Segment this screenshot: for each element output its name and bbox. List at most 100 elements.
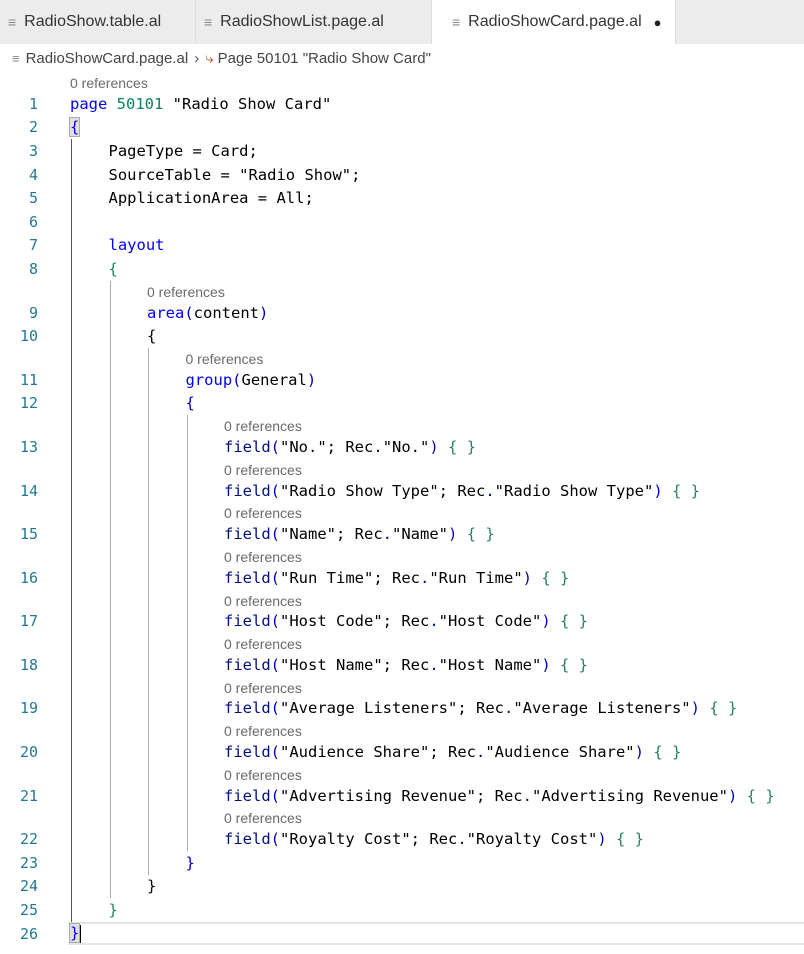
indent-guide (186, 502, 188, 523)
codelens-references[interactable]: 0 references (147, 284, 225, 300)
file-lines-icon: ≡ (452, 14, 461, 30)
unsaved-dot-icon[interactable]: ● (654, 15, 662, 30)
code-text: { (108, 259, 118, 278)
code-text: { (185, 394, 195, 413)
code-text: field("Host Code"; Rec."Host Code") { } (224, 612, 589, 631)
indent-guide (148, 391, 149, 416)
code-line: 21 field("Advertising Revenue"; Rec."Adve… (0, 783, 804, 808)
code-text: group(General) (185, 370, 317, 389)
codelens-references[interactable]: 0 references (224, 636, 302, 652)
codelens-references[interactable]: 0 references (224, 418, 302, 434)
codelens-row: 0 references (0, 280, 804, 301)
indent-guide (148, 783, 149, 808)
codelens-references[interactable]: 0 references (224, 593, 302, 609)
codelens-references[interactable]: 0 references (70, 75, 148, 91)
indent-guide (71, 415, 72, 436)
code-text: PageType = Card; (108, 141, 258, 160)
indent-guide (71, 522, 72, 546)
indent-guide (71, 807, 72, 828)
code-line: 16 field("Run Time"; Rec."Run Time") { } (0, 565, 804, 590)
indent-guide (109, 300, 111, 325)
indent-guide (109, 522, 111, 546)
indent-guide (71, 783, 72, 808)
code-line: 4 SourceTable = "Radio Show"; (0, 162, 804, 187)
line-number: 25 (19, 901, 38, 920)
codelens-references[interactable]: 0 references (224, 462, 302, 478)
code-text: field("Host Name"; Rec."Host Name") { } (224, 655, 589, 674)
code-line: 23} (0, 851, 804, 875)
code-text: SourceTable = "Radio Show"; (108, 165, 361, 184)
indent-guide (109, 478, 111, 503)
line-number: 21 (19, 786, 38, 805)
line-number: 13 (19, 437, 38, 456)
indent-guide (71, 233, 72, 258)
indent-guide (109, 851, 111, 875)
tab-radioshowlist-page[interactable]: ≡ RadioShowList.page.al (196, 0, 432, 44)
indent-guide (71, 209, 72, 234)
codelens-row: 0 references (0, 72, 804, 92)
indent-guide (109, 435, 111, 459)
indent-guide (109, 367, 111, 392)
code-line: 1 page 50101 "Radio Show Card" (0, 92, 804, 116)
line-number: 9 (28, 303, 38, 322)
codelens-row: 0 references (0, 415, 804, 436)
indent-guide (148, 807, 149, 828)
indent-guide (148, 478, 149, 503)
indent-guide (71, 589, 72, 610)
line-number: 19 (19, 699, 38, 718)
indent-guide (148, 347, 149, 368)
codelens-references[interactable]: 0 references (186, 351, 264, 367)
indent-guide (186, 720, 188, 741)
indent-guide (186, 478, 188, 503)
indent-guide (186, 653, 188, 677)
indent-guide (148, 740, 149, 764)
indent-guide (109, 720, 111, 741)
code-line: 5 ApplicationArea = All; (0, 186, 804, 210)
code-text: field("Run Time"; Rec."Run Time") { } (224, 568, 570, 587)
indent-guide (186, 827, 188, 852)
codelens-row: 0 references (0, 676, 804, 697)
indent-guide (71, 324, 72, 348)
indent-guide (186, 435, 188, 459)
line-number: 6 (28, 212, 38, 231)
code-line: 12 { (0, 391, 804, 416)
code-text: field("Audience Share"; Rec."Audience Sh… (224, 743, 682, 762)
codelens-row: 0 references (0, 347, 804, 368)
indent-guide (71, 676, 72, 697)
indent-guide (109, 545, 111, 566)
codelens-references[interactable]: 0 references (224, 723, 302, 739)
file-lines-icon: ≡ (8, 14, 17, 30)
symbol-structure-icon: ⤷ (205, 49, 214, 67)
tab-radioshow-table[interactable]: ≡ RadioShow.table.al (0, 0, 196, 44)
line-number: 15 (19, 525, 38, 544)
breadcrumb-file[interactable]: RadioShowCard.page.al (26, 50, 189, 67)
codelens-references[interactable]: 0 references (224, 505, 302, 521)
codelens-references[interactable]: 0 references (224, 767, 302, 783)
indent-guide (148, 720, 149, 741)
tab-radioshowcard-page[interactable]: ≡ RadioShowCard.page.al ● (432, 0, 676, 44)
codelens-references[interactable]: 0 references (224, 680, 302, 696)
line-number: 16 (19, 568, 38, 587)
codelens-references[interactable]: 0 references (224, 810, 302, 826)
indent-guide (71, 609, 72, 634)
indent-guide (109, 676, 111, 697)
indent-guide (148, 367, 149, 392)
code-line: 15 field("Name"; Rec."Name") { } (0, 522, 804, 546)
indent-guide (71, 257, 72, 281)
line-number: 22 (19, 830, 38, 849)
breadcrumb-symbol[interactable]: Page 50101 "Radio Show Card" (218, 50, 431, 67)
code-editor[interactable]: 0 references 1 page 50101 "Radio Show Card… (0, 72, 804, 946)
indent-guide (71, 720, 72, 741)
line-number: 20 (19, 743, 38, 762)
code-text: field("Average Listeners"; Rec."Average … (224, 699, 738, 718)
indent-guide (186, 783, 188, 808)
indent-guide (109, 807, 111, 828)
line-number: 1 (28, 94, 38, 113)
indent-guide (71, 458, 72, 479)
indent-guide (71, 186, 72, 210)
codelens-references[interactable]: 0 references (224, 549, 302, 565)
line-number: 26 (19, 924, 38, 943)
indent-guide (109, 565, 111, 590)
breadcrumb: ≡ RadioShowCard.page.al › ⤷ Page 50101 "… (0, 44, 804, 72)
line-number: 8 (28, 259, 38, 278)
